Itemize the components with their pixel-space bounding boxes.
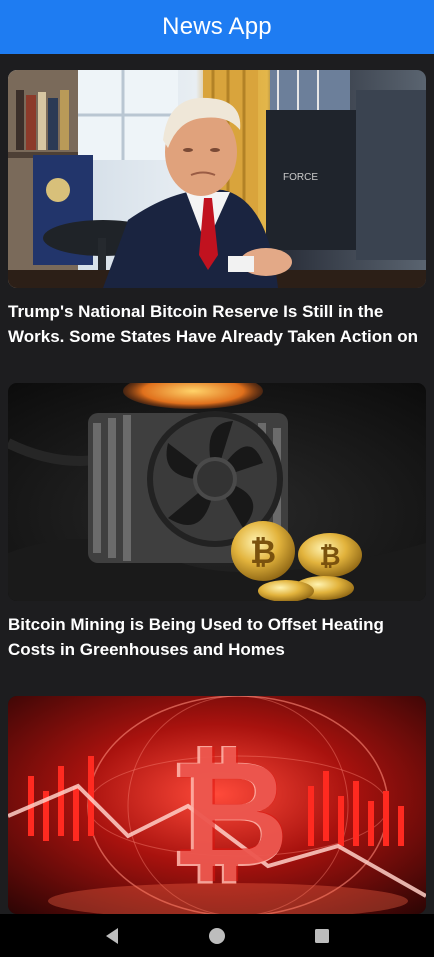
article-image[interactable]: FORCE (8, 70, 426, 288)
home-button[interactable] (197, 916, 237, 956)
recents-button[interactable] (302, 916, 342, 956)
news-card[interactable]: ₿ ₿ Bitcoin Mining is Being Used to Offs… (8, 383, 426, 662)
article-headline[interactable]: Trump's National Bitcoin Reserve Is Stil… (8, 299, 426, 349)
headline-line: Trump's National Bitcoin Reserve Is Stil… (8, 302, 384, 321)
app-bar: News App (0, 0, 434, 54)
cpu-fan-bitcoin-image: ₿ ₿ (8, 383, 426, 601)
article-image[interactable]: ₿ ₿ (8, 383, 426, 601)
home-circle-icon (208, 927, 225, 944)
recents-square-icon (314, 928, 329, 943)
red-bitcoin-crash-image: ₿ ₿ (8, 696, 426, 914)
svg-text:₿: ₿ (171, 732, 290, 895)
news-feed[interactable]: FORCE Trump's National Bitcoin Reserve I… (0, 54, 434, 914)
app-title: News App (162, 13, 272, 40)
headline-line: Costs in Greenhouses and Homes (8, 640, 285, 659)
headline-line: Works. Some States Have Already Taken Ac… (8, 327, 419, 346)
svg-text:₿: ₿ (250, 534, 276, 570)
svg-text:FORCE: FORCE (283, 172, 318, 183)
news-card[interactable]: FORCE Trump's National Bitcoin Reserve I… (8, 70, 426, 349)
headline-line: Bitcoin Mining is Being Used to Offset H… (8, 615, 384, 634)
back-triangle-icon (106, 927, 119, 944)
article-headline[interactable]: Bitcoin Mining is Being Used to Offset H… (8, 612, 426, 662)
back-button[interactable] (92, 916, 132, 956)
system-navigation-bar (0, 914, 434, 957)
news-card[interactable]: ₿ ₿ (8, 696, 426, 914)
article-image[interactable]: ₿ ₿ (8, 696, 426, 914)
trump-oval-office-image: FORCE (8, 70, 426, 288)
svg-text:₿: ₿ (319, 541, 340, 571)
